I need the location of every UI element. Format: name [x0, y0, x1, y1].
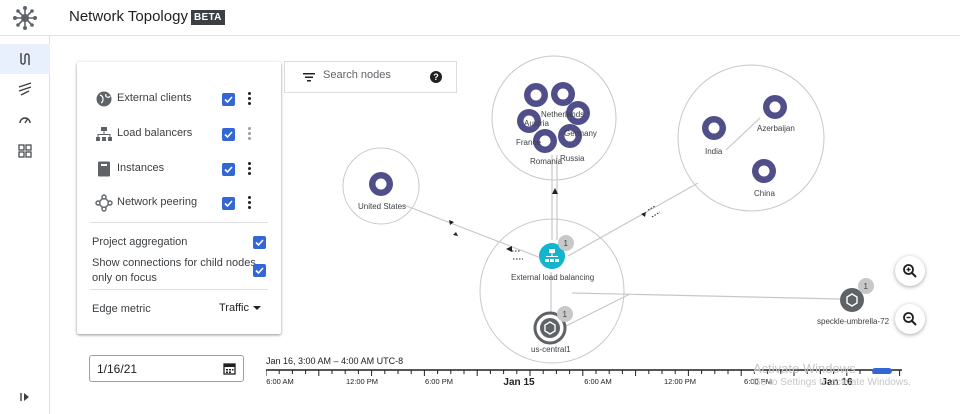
timeline-tick-label: 6:00 PM	[425, 377, 453, 386]
label-azerbaijan: Azerbaijan	[757, 124, 795, 133]
label-united-states: United States	[358, 202, 406, 211]
gauge-icon	[19, 117, 31, 124]
load-balancers-checkbox[interactable]	[222, 128, 235, 141]
page-title: Network Topology	[69, 8, 188, 25]
load-balancer-icon	[96, 127, 112, 141]
network-peering-checkbox[interactable]	[222, 197, 235, 210]
timeline-tick-label-date: Jan 15	[503, 377, 535, 388]
show-connections-checkbox[interactable]	[253, 264, 266, 277]
label-germany: Germany	[564, 129, 597, 138]
label-india: India	[705, 147, 723, 156]
watermark-line2: Go to Settings to activate Windows.	[753, 377, 911, 388]
rail-expand-button[interactable]	[0, 382, 50, 412]
filter-icon[interactable]	[303, 71, 315, 83]
date-value: 1/16/21	[97, 362, 138, 376]
expand-rail-icon	[20, 393, 29, 401]
external-clients-menu-icon[interactable]	[247, 92, 253, 106]
calendar-icon[interactable]	[223, 362, 236, 375]
zoom-out-icon	[903, 312, 917, 326]
label-external-load-balancing: External load balancing	[511, 273, 594, 282]
project-aggregation-label: Project aggregation	[92, 236, 188, 248]
layer-label: Instances	[117, 162, 165, 174]
network-peering-menu-icon[interactable]	[247, 196, 253, 210]
external-clients-checkbox[interactable]	[222, 93, 235, 106]
edge-arrow	[641, 212, 646, 217]
watermark-line1: Activate Windows	[753, 361, 856, 376]
beta-badge: BETA	[191, 10, 225, 25]
layer-label: Network peering	[117, 196, 198, 208]
app-header: Network Topology BETA	[0, 0, 960, 36]
rail-topology-button[interactable]	[0, 44, 50, 74]
date-field[interactable]: 1/16/21	[89, 355, 244, 382]
layers-panel: External clients Load balancers Instance…	[77, 62, 281, 334]
search-input[interactable]	[323, 69, 423, 81]
panel-divider	[90, 289, 268, 290]
globe-icon	[96, 91, 112, 107]
globe-icon	[539, 135, 551, 147]
layer-label: Load balancers	[117, 127, 193, 139]
timeline-tick-label: 12:00 PM	[345, 377, 379, 386]
edge-traffic-marker	[651, 211, 661, 218]
search-nodes-box[interactable]: ?	[284, 61, 457, 93]
timeline-tick-label: 6:00 AM	[266, 377, 294, 386]
rail-dashboard-button[interactable]	[0, 105, 50, 135]
label-romania: Romania	[530, 157, 563, 166]
edge-metric-select[interactable]: Traffic	[219, 302, 261, 314]
globe-icon	[530, 89, 542, 101]
count-badge-text: 1	[564, 239, 569, 248]
help-icon[interactable]: ?	[430, 71, 442, 83]
show-connections-label-line2: only on focus	[92, 272, 157, 284]
panel-divider	[90, 222, 268, 223]
load-balancers-menu-icon[interactable]	[247, 127, 253, 141]
label-china: China	[754, 189, 775, 198]
region-icon	[540, 318, 560, 338]
network-topology-app: Network Topology BETA Netherlands Austri…	[0, 0, 960, 414]
left-nav-rail	[0, 36, 50, 414]
topology-icon	[20, 53, 30, 65]
count-badge-text: 1	[864, 282, 869, 291]
rail-grid-button[interactable]	[0, 136, 50, 166]
label-us-central1: us-central1	[531, 345, 571, 354]
zoom-out-button[interactable]	[895, 304, 925, 334]
timeline-tick-label: 12:00 PM	[663, 377, 697, 386]
layer-row-load-balancers[interactable]: Load balancers	[77, 122, 281, 146]
instances-checkbox[interactable]	[222, 163, 235, 176]
edge-metric-label: Edge metric	[92, 303, 151, 315]
grid-icon	[18, 144, 32, 158]
rail-performance-button[interactable]	[0, 74, 50, 104]
globe-icon	[375, 178, 387, 190]
label-russia: Russia	[560, 154, 585, 163]
show-connections-label-line1: Show connections for child nodes	[92, 257, 256, 269]
globe-icon	[708, 122, 720, 134]
globe-icon	[758, 165, 770, 177]
count-badge-text: 1	[563, 310, 568, 319]
chevron-down-icon	[252, 306, 261, 311]
layer-label: External clients	[117, 92, 192, 104]
label-france: France	[516, 138, 541, 147]
timeline-range-label: Jan 16, 3:00 AM – 4:00 AM UTC-8	[266, 356, 404, 366]
asia-cluster[interactable]	[677, 64, 825, 212]
globe-icon	[557, 88, 569, 100]
edge-metric-value: Traffic	[219, 302, 249, 314]
zoom-in-button[interactable]	[895, 256, 925, 286]
label-netherlands: Netherlands	[541, 110, 584, 119]
performance-icon	[18, 82, 32, 96]
edge-arrow	[453, 232, 458, 236]
layer-row-instances[interactable]: Instances	[77, 157, 281, 181]
activate-windows-watermark: Activate Windows Go to Settings to activ…	[753, 362, 911, 390]
layer-row-external-clients[interactable]: External clients	[77, 87, 281, 111]
label-speckle-umbrella-72: speckle-umbrella-72	[817, 317, 890, 326]
timeline-tick-label: 6:00 AM	[584, 377, 612, 386]
instance-icon	[98, 161, 110, 177]
edge-asia-lb[interactable]	[567, 182, 699, 257]
label-austria: Austria	[524, 119, 549, 128]
layer-row-network-peering[interactable]: Network peering	[77, 191, 281, 215]
network-topology-logo-icon[interactable]	[12, 5, 38, 31]
network-peering-icon	[95, 194, 113, 212]
instances-menu-icon[interactable]	[247, 162, 253, 176]
globe-icon	[769, 101, 781, 113]
zoom-in-icon	[903, 264, 917, 278]
project-aggregation-checkbox[interactable]	[253, 236, 266, 249]
